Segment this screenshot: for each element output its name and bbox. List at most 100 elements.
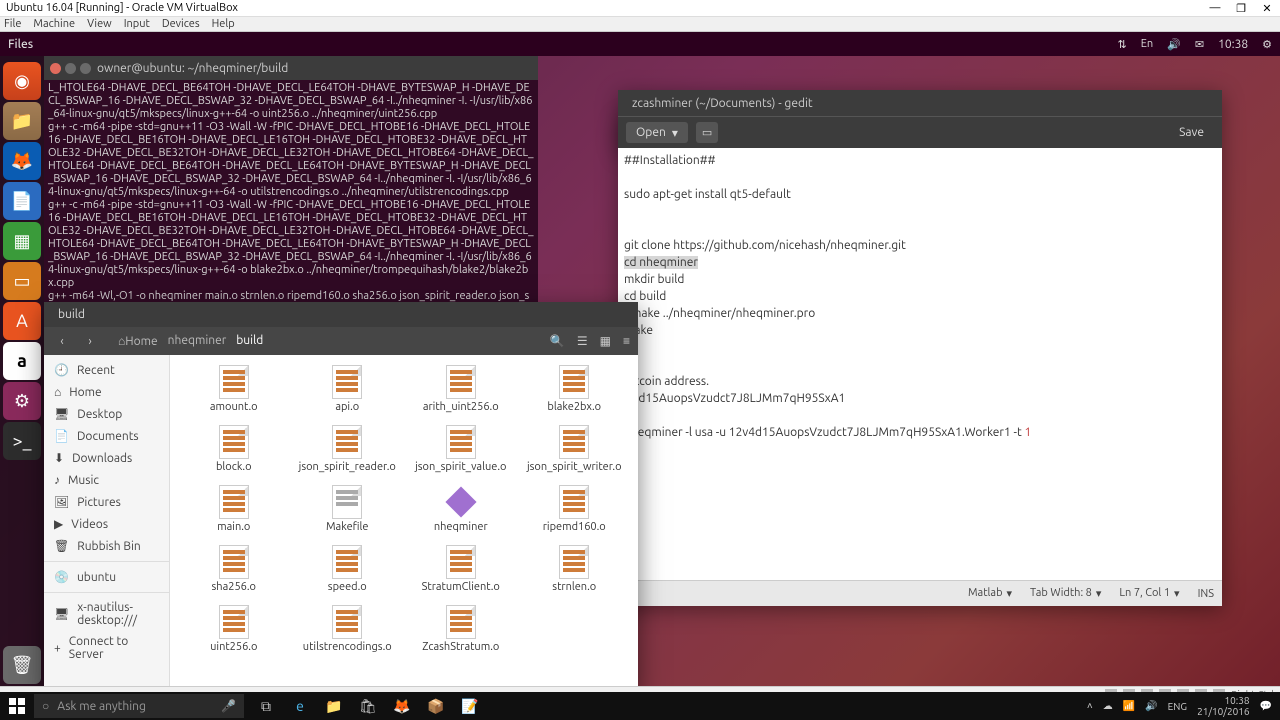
crumb-home[interactable]: ⌂Home	[118, 334, 158, 348]
back-button[interactable]: ‹	[52, 335, 72, 348]
gear-icon[interactable]: ⚙	[1262, 38, 1272, 51]
sidebar-item[interactable]: ⬇Downloads	[44, 447, 169, 469]
task-view-icon[interactable]: ⧉	[252, 692, 280, 720]
file-item[interactable]: main.o	[178, 485, 290, 543]
firefox-taskbar-icon[interactable]: 🦊	[388, 692, 416, 720]
new-document-button[interactable]: ▭	[696, 122, 718, 143]
notification-icon[interactable]: 💬	[1260, 700, 1272, 712]
start-button[interactable]	[0, 692, 34, 720]
file-item[interactable]: StratumClient.o	[405, 545, 517, 603]
terminal-window[interactable]: owner@ubuntu: ~/nheqminer/build L_HTOLE6…	[44, 56, 538, 326]
tray-lang[interactable]: ENG	[1168, 701, 1187, 712]
gedit-editor[interactable]: ##Installation## sudo apt-get install qt…	[618, 148, 1222, 580]
virtualbox-taskbar-icon[interactable]: 📦	[422, 692, 450, 720]
mic-icon[interactable]: 🎤	[221, 699, 236, 713]
place-icon: ⌂	[54, 385, 61, 399]
edge-icon[interactable]: e	[286, 692, 314, 720]
terminal-icon[interactable]: >_	[3, 422, 41, 460]
calc-icon[interactable]: ▦	[3, 222, 41, 260]
file-item[interactable]: ripemd160.o	[519, 485, 631, 543]
store-icon[interactable]: 🛍	[354, 692, 382, 720]
maximize-icon[interactable]	[80, 63, 91, 74]
forward-button[interactable]: ›	[80, 335, 100, 348]
file-item[interactable]: ZcashStratum.o	[405, 605, 517, 663]
software-icon[interactable]: A	[3, 302, 41, 340]
close-icon[interactable]	[50, 63, 61, 74]
open-button[interactable]: Open▾	[626, 122, 688, 143]
view-list-icon[interactable]: ☰	[577, 334, 588, 348]
amazon-icon[interactable]: a	[3, 342, 41, 380]
window-minimize[interactable]: —	[1208, 2, 1222, 15]
menu-input[interactable]: Input	[124, 18, 150, 30]
nautilus-grid[interactable]: amount.oapi.oarith_uint256.oblake2bx.o bl…	[170, 355, 638, 692]
window-close[interactable]: ✕	[1260, 2, 1274, 15]
impress-icon[interactable]: ▭	[3, 262, 41, 300]
sidebar-item[interactable]: ♪Music	[44, 469, 169, 491]
file-item[interactable]: sha256.o	[178, 545, 290, 603]
sidebar-item[interactable]: 🕘Recent	[44, 359, 169, 381]
save-button[interactable]: Save	[1169, 123, 1214, 142]
sidebar-item[interactable]: 🖼Pictures	[44, 491, 169, 513]
file-item[interactable]: json_spirit_reader.o	[292, 425, 404, 483]
menu-help[interactable]: Help	[212, 18, 235, 30]
tray-onedrive-icon[interactable]: ☁	[1103, 700, 1113, 712]
menu-machine[interactable]: Machine	[33, 18, 75, 30]
file-item[interactable]: json_spirit_value.o	[405, 425, 517, 483]
tray-volume-icon[interactable]: 🔊	[1145, 700, 1157, 712]
sidebar-item[interactable]: ⌂Home	[44, 381, 169, 403]
network-place-icon: +	[54, 642, 61, 655]
tray-clock[interactable]: 10:3821/10/2016	[1197, 695, 1249, 717]
trash-icon[interactable]: 🗑	[3, 646, 41, 684]
cortana-search[interactable]: ○ Ask me anything 🎤	[34, 694, 244, 718]
crumb-build[interactable]: build	[236, 334, 263, 348]
window-maximize[interactable]: ❐	[1234, 2, 1248, 15]
sidebar-item[interactable]: 🗑Rubbish Bin	[44, 535, 169, 557]
keyboard-indicator[interactable]: En	[1141, 38, 1153, 50]
search-icon[interactable]: 🔍	[550, 334, 565, 348]
menu-icon[interactable]: ≡	[623, 334, 630, 348]
settings-icon[interactable]: ⚙	[3, 382, 41, 420]
menu-file[interactable]: File	[4, 18, 21, 30]
explorer-icon[interactable]: 📁	[320, 692, 348, 720]
notepad-icon[interactable]: 📝	[456, 692, 484, 720]
file-icon	[559, 485, 589, 519]
file-item[interactable]: Makefile	[292, 485, 404, 543]
file-item[interactable]: json_spirit_writer.o	[519, 425, 631, 483]
sidebar-item[interactable]: 🖥x-nautilus-desktop:///	[44, 597, 169, 631]
file-item[interactable]: arith_uint256.o	[405, 365, 517, 423]
minimize-icon[interactable]	[65, 63, 76, 74]
clock[interactable]: 10:38	[1218, 38, 1248, 51]
file-item[interactable]: block.o	[178, 425, 290, 483]
dash-icon[interactable]: ◉	[3, 62, 41, 100]
file-item[interactable]: utilstrencodings.o	[292, 605, 404, 663]
file-item[interactable]: blake2bx.o	[519, 365, 631, 423]
status-tabwidth[interactable]: Tab Width: 8 ▾	[1030, 587, 1101, 600]
sidebar-item[interactable]: 💿ubuntu	[44, 566, 169, 588]
files-icon[interactable]: 📁	[3, 102, 41, 140]
sidebar-item[interactable]: ▶Videos	[44, 513, 169, 535]
menu-view[interactable]: View	[87, 18, 112, 30]
tray-chevron-icon[interactable]: ˄	[1087, 700, 1093, 712]
nautilus-window[interactable]: build ‹ › ⌂Home nheqminer build 🔍 ☰ ▦ ≡ …	[44, 302, 638, 692]
network-icon[interactable]: ⇅	[1118, 38, 1127, 51]
volume-icon[interactable]: 🔊	[1167, 38, 1181, 51]
file-item[interactable]: api.o	[292, 365, 404, 423]
writer-icon[interactable]: 📄	[3, 182, 41, 220]
status-lang[interactable]: Matlab ▾	[968, 587, 1012, 600]
crumb-nheqminer[interactable]: nheqminer	[168, 334, 227, 348]
sidebar-item[interactable]: +Connect to Server	[44, 631, 169, 665]
file-item[interactable]: strnlen.o	[519, 545, 631, 603]
sidebar-item[interactable]: 🖥Desktop	[44, 403, 169, 425]
menu-devices[interactable]: Devices	[162, 18, 200, 30]
terminal-output[interactable]: L_HTOLE64 -DHAVE_DECL_BE64TOH -DHAVE_DEC…	[44, 80, 538, 326]
view-grid-icon[interactable]: ▦	[600, 334, 611, 348]
sidebar-item[interactable]: 📄Documents	[44, 425, 169, 447]
file-item[interactable]: nheqminer	[405, 485, 517, 543]
file-item[interactable]: amount.o	[178, 365, 290, 423]
mail-icon[interactable]: ✉	[1195, 38, 1204, 51]
gedit-window[interactable]: zcashminer (~/Documents) - gedit Open▾ ▭…	[618, 90, 1222, 606]
file-item[interactable]: speed.o	[292, 545, 404, 603]
firefox-icon[interactable]: 🦊	[3, 142, 41, 180]
tray-network-icon[interactable]: 📶	[1123, 700, 1135, 712]
file-item[interactable]: uint256.o	[178, 605, 290, 663]
